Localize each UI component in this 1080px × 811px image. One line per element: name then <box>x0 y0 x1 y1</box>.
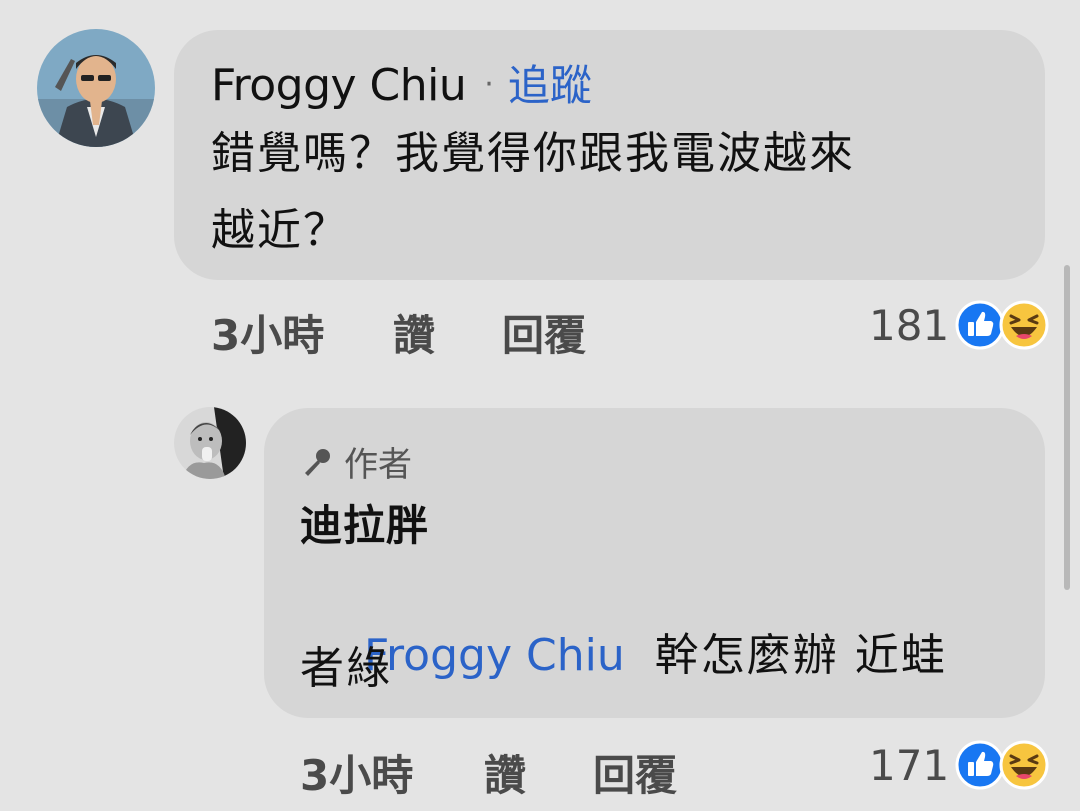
reply-text-body: 幹怎麼辦 近蛙 <box>654 630 947 681</box>
separator-dot: · <box>484 67 494 102</box>
reply-button[interactable]: 回覆 <box>502 302 586 363</box>
mention-link[interactable]: Froggy Chiu <box>364 630 625 681</box>
reply-reaction-count: 171 <box>869 740 950 790</box>
author-badge: 作者 <box>300 437 412 486</box>
follow-button[interactable]: 追蹤 <box>508 52 592 113</box>
comment-header: Froggy Chiu · 追蹤 <box>211 52 592 113</box>
comment-thread: Froggy Chiu · 追蹤 錯覺嗎？我覺得你跟我電波越來 越近？ 3小時 … <box>0 0 1080 811</box>
comment-timestamp: 3小時 <box>211 311 325 360</box>
like-icon <box>955 740 1005 790</box>
reply-author-name[interactable]: 迪拉胖 <box>300 492 429 553</box>
comment-author-name[interactable]: Froggy Chiu <box>211 60 467 111</box>
reply-like-button[interactable]: 讚 <box>484 742 526 803</box>
scrollbar[interactable] <box>1064 265 1070 590</box>
microphone-icon <box>305 448 330 476</box>
like-icon <box>955 300 1005 350</box>
commenter-avatar[interactable] <box>37 29 155 147</box>
avatar-photo <box>174 407 246 479</box>
replier-avatar[interactable] <box>174 407 246 479</box>
reaction-summary[interactable]: 181 <box>869 300 1049 350</box>
author-badge-label: 作者 <box>344 445 412 485</box>
haha-icon <box>999 300 1049 350</box>
reply-text-line-1: Froggy Chiu 幹怎麼辦 近蛙 <box>300 560 947 752</box>
avatar-photo <box>37 29 155 147</box>
like-button[interactable]: 讚 <box>393 302 435 363</box>
comment-text-line-1: 錯覺嗎？我覺得你跟我電波越來 <box>211 128 855 179</box>
reply-text-line-2: 者綠 <box>300 643 392 694</box>
comment-text-line-2: 越近？ <box>211 205 349 256</box>
haha-icon <box>999 740 1049 790</box>
reaction-count: 181 <box>869 300 950 350</box>
reply-timestamp: 3小時 <box>300 751 414 800</box>
reply-reply-button[interactable]: 回覆 <box>593 742 677 803</box>
reply-reaction-summary[interactable]: 171 <box>869 740 1049 790</box>
